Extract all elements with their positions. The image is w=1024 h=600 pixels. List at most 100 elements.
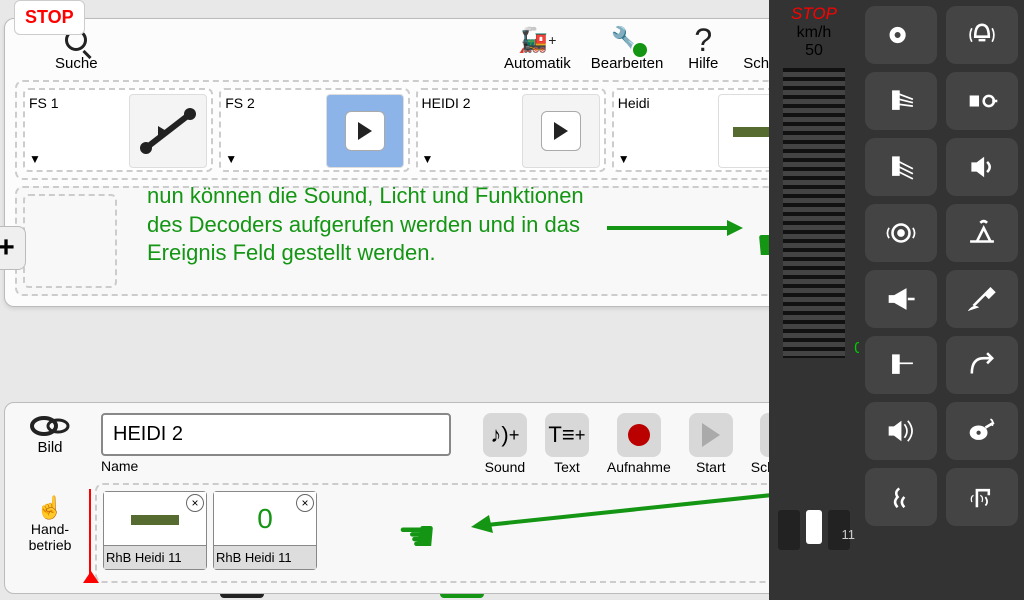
- start-icon: [702, 423, 720, 447]
- hilfe-button[interactable]: ? Hilfe: [683, 25, 723, 72]
- fn-light-front-button[interactable]: [865, 72, 937, 130]
- fn-curve-button[interactable]: [946, 336, 1018, 394]
- fn-volume-button[interactable]: [946, 138, 1018, 196]
- fn-light-rear-button[interactable]: [865, 138, 937, 196]
- slot-thumb[interactable]: [129, 94, 207, 168]
- slot-label: HEIDI 2: [422, 95, 471, 111]
- fn-decouple-button[interactable]: [946, 72, 1018, 130]
- play-button[interactable]: [345, 111, 385, 151]
- locomotive-icon: 🚂+: [517, 25, 557, 55]
- slot-thumb-active[interactable]: [326, 94, 404, 168]
- card-label: RhB Heidi 11: [214, 546, 316, 569]
- timeline-cursor[interactable]: [89, 489, 91, 583]
- play-button[interactable]: [541, 111, 581, 151]
- annotation-text: nun können die Sound, Licht und Funktion…: [147, 182, 617, 268]
- speed-stop-label: STOP: [769, 4, 859, 24]
- light-cone-icon: [884, 84, 918, 118]
- sound-button[interactable]: ♪)+Sound: [483, 413, 527, 475]
- fn-bell-button[interactable]: [946, 6, 1018, 64]
- card-close-icon[interactable]: ×: [186, 494, 204, 512]
- headlight-icon: [884, 18, 918, 52]
- bild-label: Bild: [37, 439, 62, 456]
- fn-brake-button[interactable]: [865, 204, 937, 262]
- fn-shovel-button[interactable]: [946, 270, 1018, 328]
- add-slot-button-2[interactable]: +: [0, 226, 26, 270]
- steam-icon: [884, 480, 918, 514]
- slot-thumb[interactable]: [522, 94, 600, 168]
- automatik-button[interactable]: 🚂+ Automatik: [504, 25, 571, 72]
- automatik-label: Automatik: [504, 55, 571, 72]
- water-crane-icon: [965, 480, 999, 514]
- shovel-icon: [965, 282, 999, 316]
- speed-unit-label: km/h: [769, 24, 859, 42]
- card-value: 0: [257, 503, 273, 535]
- light-cone-down-icon: [884, 150, 918, 184]
- record-icon: [628, 424, 650, 446]
- decouple-icon: [965, 84, 999, 118]
- fn-sound-button[interactable]: [865, 402, 937, 460]
- handbetrieb-button[interactable]: ☝ Hand- betrieb: [15, 495, 85, 583]
- slot-row-2: nun können die Sound, Licht und Funktion…: [15, 186, 810, 296]
- stop-button[interactable]: STOP: [14, 0, 85, 35]
- speed-value: 50: [769, 42, 859, 60]
- direction-button-left[interactable]: [778, 510, 800, 550]
- event-card-2[interactable]: × 0 RhB Heidi 11: [213, 491, 317, 570]
- slot-fs1[interactable]: FS 1× ▼: [23, 88, 213, 172]
- bearbeiten-label: Bearbeiten: [591, 55, 664, 72]
- aufnahme-button[interactable]: Aufnahme: [607, 413, 671, 475]
- slot-label: FS 1: [29, 95, 59, 111]
- speed-slider[interactable]: 0: [783, 68, 845, 358]
- search-label: Suche: [55, 55, 98, 72]
- whistle-icon: [965, 414, 999, 448]
- start-button[interactable]: Start: [689, 413, 733, 475]
- play-icon: [358, 122, 372, 140]
- route-icon: [138, 106, 198, 156]
- speaker-icon: [965, 150, 999, 184]
- pantograph-icon: [965, 216, 999, 250]
- coupling-icon: [30, 413, 70, 439]
- horn-icon: [884, 282, 918, 316]
- hilfe-label: Hilfe: [688, 55, 718, 72]
- arrow-right-icon: [607, 218, 747, 238]
- slot-label: FS 2: [225, 95, 255, 111]
- play-icon: [554, 122, 568, 140]
- fn-whistle-button[interactable]: [946, 402, 1018, 460]
- slot-fs2[interactable]: FS 2× ▼: [219, 88, 409, 172]
- name-input[interactable]: [101, 413, 451, 456]
- sound-icon: ♪)+: [483, 413, 527, 457]
- text-icon: T≡+: [545, 413, 589, 457]
- speaker-waves-icon: [884, 414, 918, 448]
- cursor-icon: ☝: [36, 495, 63, 521]
- wrench-icon: 🔧: [607, 25, 647, 55]
- bell-icon: [965, 18, 999, 52]
- handbetrieb-label: Hand- betrieb: [29, 521, 72, 553]
- text-button[interactable]: T≡+Text: [545, 413, 589, 475]
- bearbeiten-button[interactable]: 🔧 Bearbeiten: [591, 25, 664, 72]
- slot-heidi2[interactable]: HEIDI 2× ▼: [416, 88, 606, 172]
- slot-row: FS 1× ▼ FS 2× ▼ HEIDI 2× ▼ Heidi× ▼: [15, 80, 810, 180]
- speed-panel: STOP km/h 50 0 11: [769, 0, 859, 600]
- pointing-hand-left-icon: ☚: [397, 511, 436, 562]
- bild-button[interactable]: Bild: [15, 413, 85, 456]
- fn-water-button[interactable]: [946, 468, 1018, 526]
- fn-horn-button[interactable]: [865, 270, 937, 328]
- cab-light-icon: [884, 348, 918, 382]
- event-card-1[interactable]: × RhB Heidi 11: [103, 491, 207, 570]
- empty-slot[interactable]: [23, 194, 117, 288]
- fn-headlight-button[interactable]: [865, 6, 937, 64]
- timeline-marker-icon[interactable]: [83, 571, 99, 583]
- fn-cab-light-button[interactable]: [865, 336, 937, 394]
- event-drop-area[interactable]: × RhB Heidi 11 × 0 RhB Heidi 11 ☚: [95, 483, 813, 583]
- fn-steam-button[interactable]: [865, 468, 937, 526]
- curve-icon: [965, 348, 999, 382]
- name-label: Name: [101, 458, 451, 474]
- direction-toggle[interactable]: [806, 510, 822, 544]
- help-icon: ?: [683, 25, 723, 55]
- fn-pantograph-button[interactable]: [946, 204, 1018, 262]
- top-panel: Suche 🚂+ Automatik 🔧 Bearbeiten ? Hilfe …: [4, 18, 821, 307]
- bottom-panel: Bild Name ♪)+Sound T≡+Text Aufnahme Star…: [4, 402, 824, 594]
- toolbar: Suche 🚂+ Automatik 🔧 Bearbeiten ? Hilfe …: [15, 25, 810, 72]
- card-close-icon[interactable]: ×: [296, 494, 314, 512]
- slot-label: Heidi: [618, 95, 650, 111]
- function-panel: [859, 0, 1024, 600]
